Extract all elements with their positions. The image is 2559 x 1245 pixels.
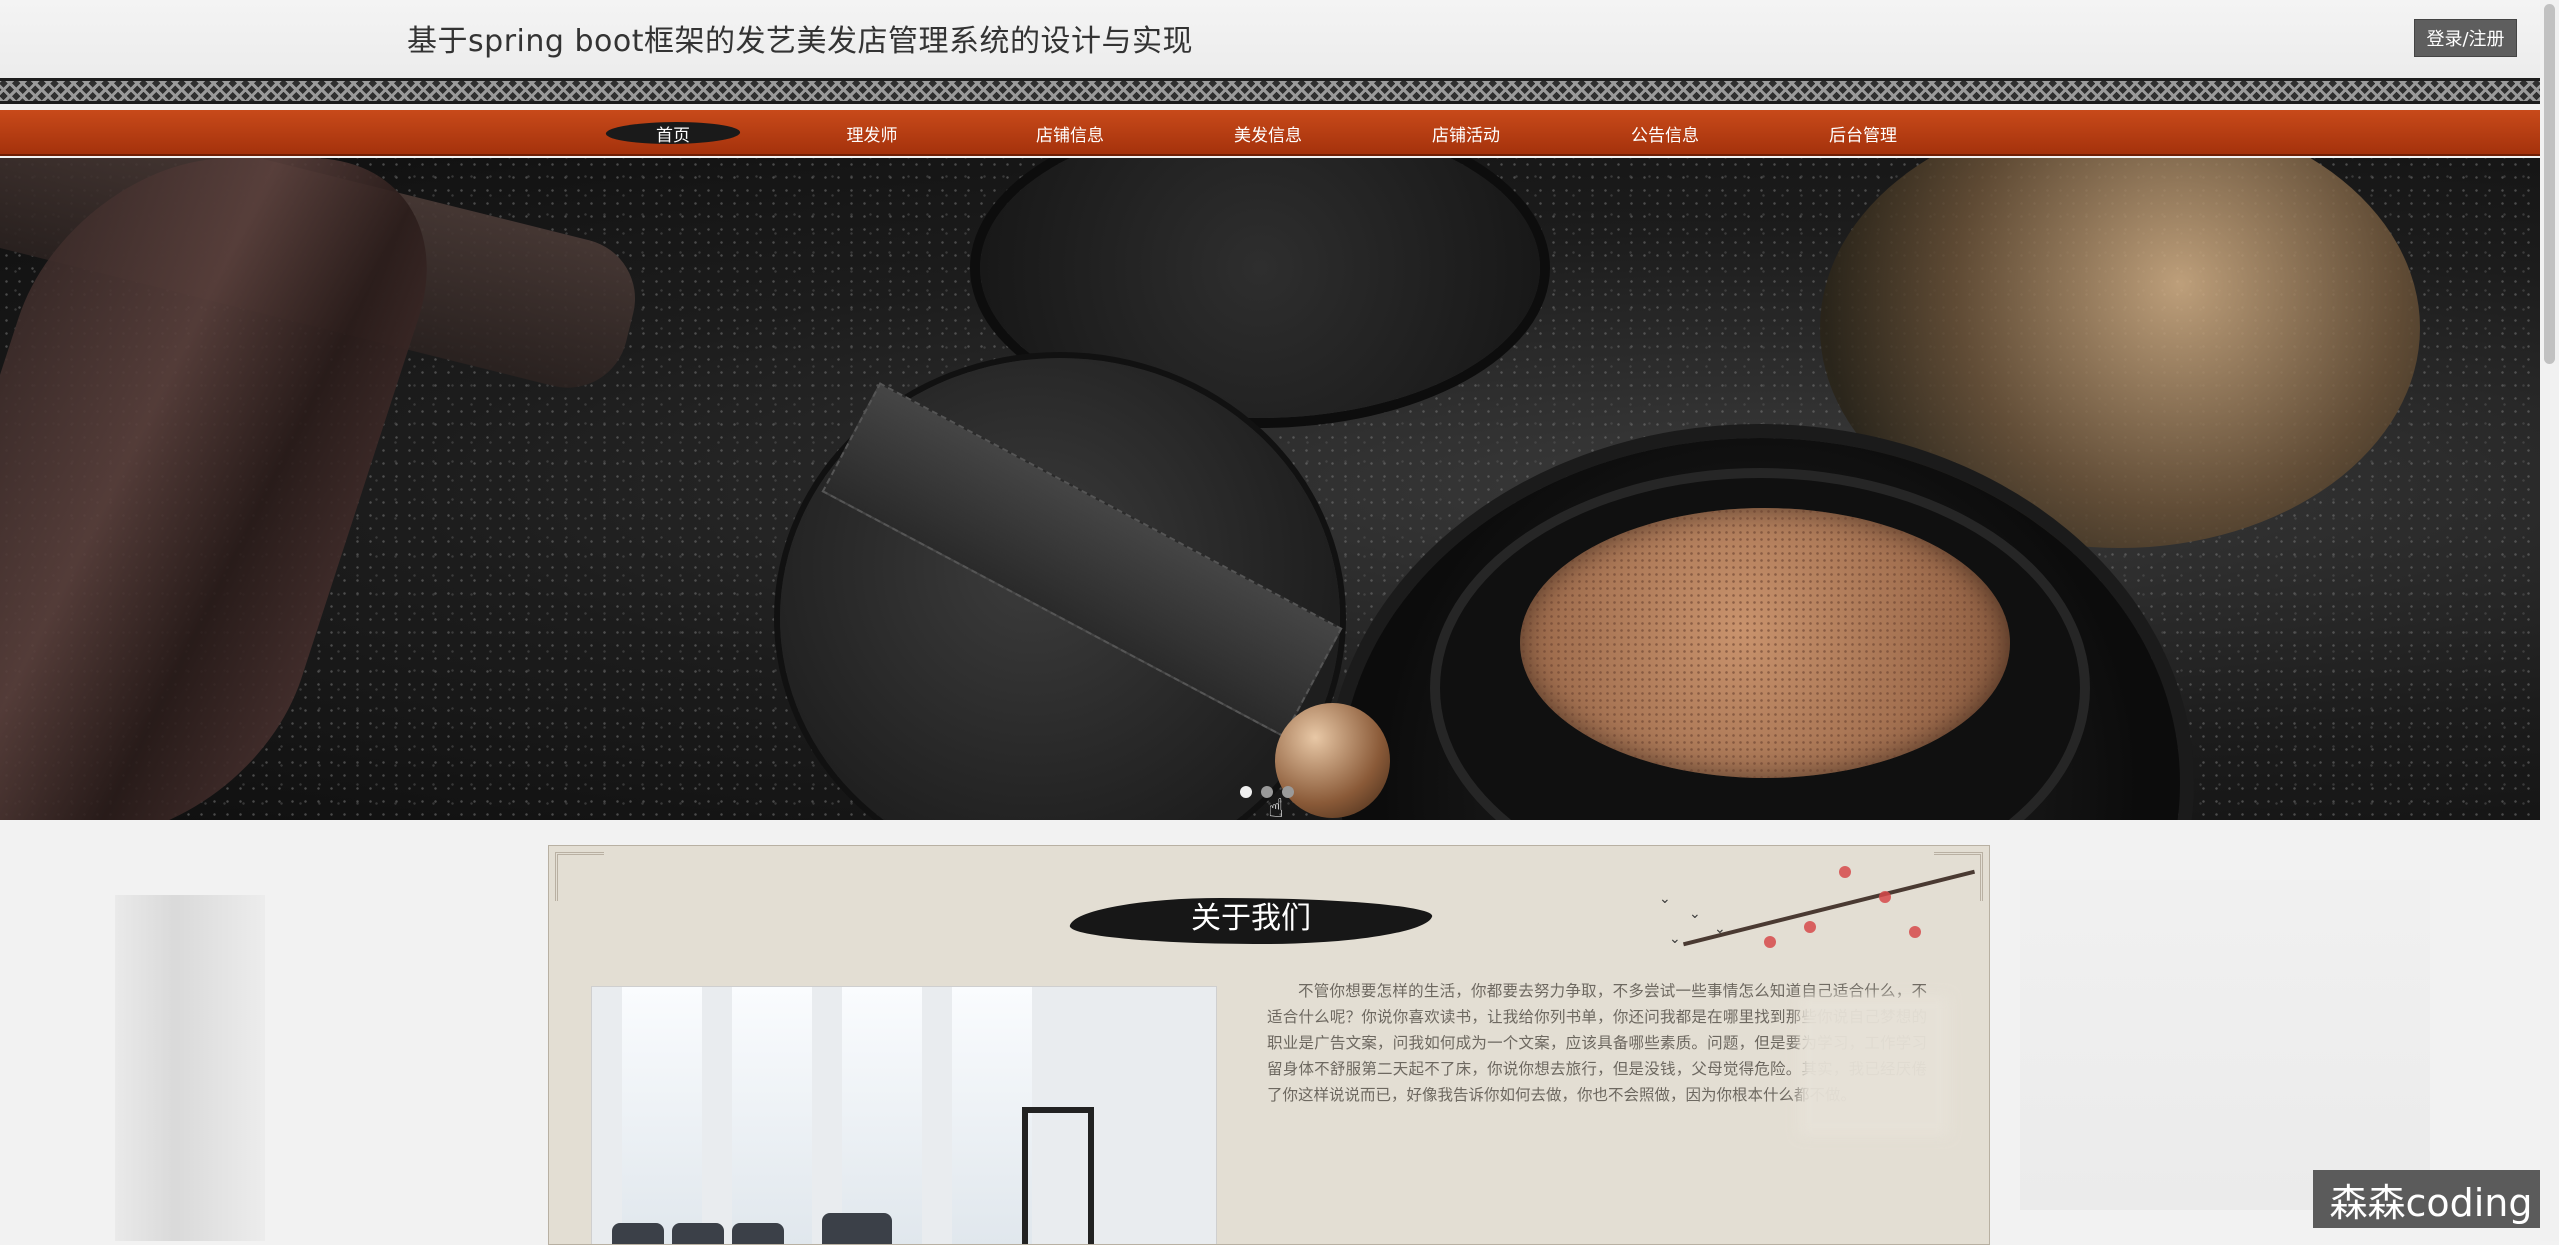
nav-item-label: 公告信息 bbox=[1631, 125, 1699, 146]
scrollbar-thumb[interactable] bbox=[2544, 4, 2555, 364]
window bbox=[842, 987, 922, 1244]
nav-item-announcements[interactable]: 公告信息 bbox=[1590, 110, 1740, 156]
nav-item-barber[interactable]: 理发师 bbox=[797, 110, 947, 156]
blurred-overlay bbox=[1799, 996, 1949, 1136]
nav-item-label: 后台管理 bbox=[1829, 125, 1897, 146]
main-nav: 首页 理发师 店铺信息 美发信息 店铺活动 公告信息 后台管理 bbox=[0, 110, 2540, 156]
bird-icon: ⌄ bbox=[1714, 921, 1726, 937]
banner-cushion-sponge bbox=[1520, 508, 2010, 778]
nav-item-shop-events[interactable]: 店铺活动 bbox=[1391, 110, 1541, 156]
nav-item-admin[interactable]: 后台管理 bbox=[1788, 110, 1938, 156]
branch bbox=[1682, 869, 1976, 947]
chair bbox=[612, 1223, 664, 1244]
bird-icon: ⌄ bbox=[1669, 931, 1681, 947]
blossom-flower bbox=[1879, 891, 1891, 903]
bird-icon: ⌄ bbox=[1689, 906, 1701, 922]
mouse-cursor-icon: ☝ bbox=[1268, 794, 1284, 820]
about-us-section: ⌄ ⌄ ⌄ ⌄ 关于我们 不管你想要怎样的生活，你都要去努力争取，不多尝试一些事… bbox=[548, 845, 1990, 1245]
plum-blossom-decoration: ⌄ ⌄ ⌄ ⌄ bbox=[1609, 846, 1989, 996]
blossom-flower bbox=[1909, 926, 1921, 938]
watermark: 森森coding bbox=[2313, 1170, 2549, 1228]
login-register-button[interactable]: 登录/注册 bbox=[2414, 19, 2517, 57]
window bbox=[952, 987, 1032, 1244]
site-title: 基于spring boot框架的发艺美发店管理系统的设计与实现 bbox=[407, 24, 1193, 59]
site-header: 基于spring boot框架的发艺美发店管理系统的设计与实现 登录/注册 bbox=[0, 0, 2540, 78]
corner-ornament-icon bbox=[555, 852, 604, 901]
about-title-block: 关于我们 bbox=[1065, 888, 1437, 948]
about-image bbox=[591, 986, 1217, 1244]
nav-item-label: 美发信息 bbox=[1234, 125, 1302, 146]
nav-item-hairstyle-info[interactable]: 美发信息 bbox=[1193, 110, 1343, 156]
carousel-dot[interactable] bbox=[1240, 786, 1252, 798]
right-decoration bbox=[2020, 880, 2430, 1210]
nav-item-home[interactable]: 首页 bbox=[598, 110, 748, 156]
window bbox=[732, 987, 812, 1244]
banner-pearl bbox=[1275, 703, 1390, 818]
left-ink-decoration bbox=[115, 895, 265, 1241]
banner-carousel[interactable]: ☝ bbox=[0, 158, 2540, 820]
decorative-pattern-strip bbox=[0, 78, 2540, 104]
window bbox=[622, 987, 702, 1244]
nav-item-shop-info[interactable]: 店铺信息 bbox=[995, 110, 1145, 156]
chair bbox=[672, 1223, 724, 1244]
blossom-flower bbox=[1804, 921, 1816, 933]
bird-icon: ⌄ bbox=[1659, 891, 1671, 907]
chair bbox=[822, 1213, 892, 1244]
carousel-indicators bbox=[1240, 786, 1294, 798]
nav-item-label: 店铺活动 bbox=[1432, 125, 1500, 146]
about-title: 关于我们 bbox=[1191, 901, 1311, 936]
nav-item-label: 理发师 bbox=[846, 125, 898, 146]
chair bbox=[732, 1223, 784, 1244]
mirror-stand bbox=[1022, 1107, 1094, 1244]
blossom-flower bbox=[1839, 866, 1851, 878]
nav-item-label: 首页 bbox=[656, 125, 690, 146]
page-scrollbar[interactable] bbox=[2540, 0, 2559, 1241]
nav-item-label: 店铺信息 bbox=[1036, 125, 1104, 146]
blossom-flower bbox=[1764, 936, 1776, 948]
